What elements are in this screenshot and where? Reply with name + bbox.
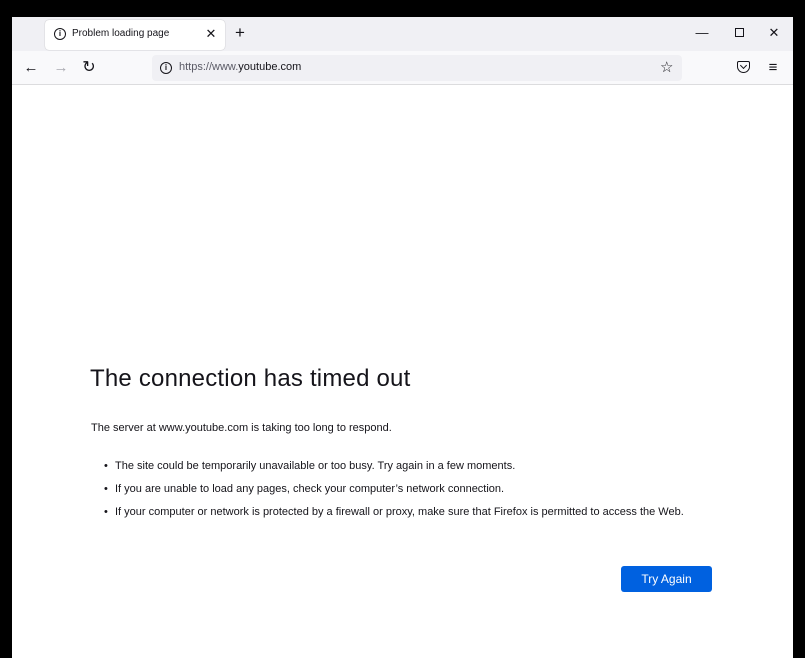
tab-strip: i Problem loading page ✕ + — ✕ (12, 17, 793, 51)
forward-button[interactable]: → (52, 58, 70, 78)
url-prefix: https://www. (179, 61, 239, 73)
minimize-button[interactable]: — (695, 25, 709, 41)
navigation-toolbar: ← → ↻ i https://www.youtube.com ☆ ≡ (12, 51, 793, 85)
maximize-button[interactable] (732, 25, 746, 41)
list-item: If you are unable to load any pages, che… (102, 482, 722, 497)
url-bar[interactable]: i https://www.youtube.com ☆ (152, 55, 682, 81)
tab-title: Problem loading page (72, 28, 170, 39)
reload-button[interactable]: ↻ (80, 58, 98, 78)
pocket-icon[interactable] (737, 61, 750, 73)
tab-problem-loading[interactable]: i Problem loading page ✕ (45, 20, 225, 50)
list-item: If your computer or network is protected… (102, 505, 722, 520)
site-info-icon[interactable]: i (160, 62, 172, 74)
new-tab-button[interactable]: + (232, 23, 248, 43)
url-text[interactable]: https://www.youtube.com (179, 61, 301, 73)
info-icon: i (54, 28, 66, 40)
url-domain: youtube.com (238, 61, 302, 73)
browser-window: i Problem loading page ✕ + — ✕ ← → ↻ i h… (12, 17, 793, 658)
list-item: The site could be temporarily unavailabl… (102, 459, 722, 474)
error-description: The server at www.youtube.com is taking … (91, 422, 392, 434)
back-button[interactable]: ← (22, 58, 40, 78)
error-suggestions: The site could be temporarily unavailabl… (102, 459, 722, 528)
bookmark-star-icon[interactable]: ☆ (660, 58, 673, 78)
error-title: The connection has timed out (90, 365, 411, 392)
maximize-icon (734, 28, 744, 37)
page-content: The connection has timed out The server … (12, 85, 793, 658)
tab-close-button[interactable]: ✕ (204, 26, 218, 42)
hamburger-menu-button[interactable]: ≡ (766, 58, 780, 78)
window-close-button[interactable]: ✕ (767, 25, 781, 41)
try-again-button[interactable]: Try Again (621, 566, 712, 592)
